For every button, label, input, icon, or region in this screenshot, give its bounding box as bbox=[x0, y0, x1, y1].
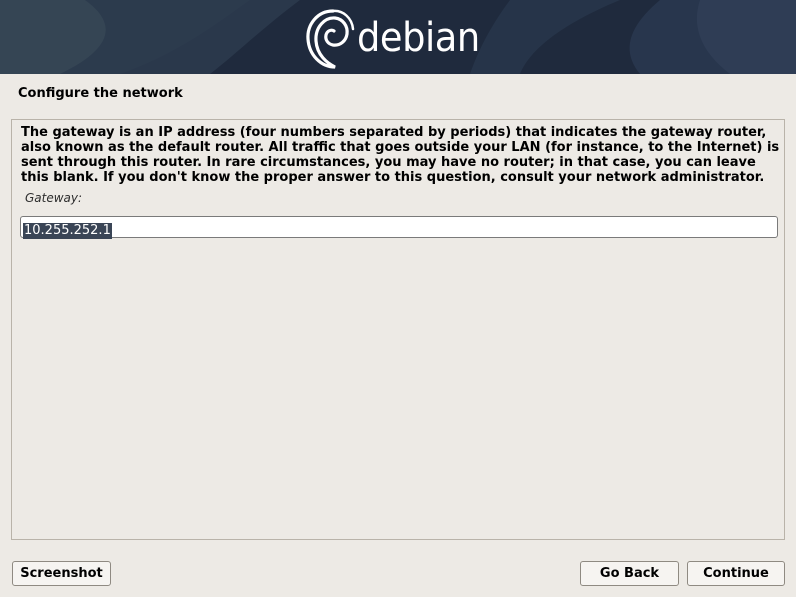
debian-swirl-icon bbox=[306, 9, 355, 69]
page-title: Configure the network bbox=[18, 86, 183, 101]
gateway-description: The gateway is an IP address (four numbe… bbox=[21, 125, 780, 185]
debian-logo: debian bbox=[303, 4, 490, 72]
content-panel: The gateway is an IP address (four numbe… bbox=[11, 119, 785, 540]
header-banner: debian bbox=[0, 0, 796, 74]
gateway-input-value[interactable]: 10.255.252.1 bbox=[23, 223, 112, 239]
go-back-button[interactable]: Go Back bbox=[580, 561, 679, 586]
logo-wordmark: debian bbox=[357, 15, 480, 61]
continue-button[interactable]: Continue bbox=[687, 561, 785, 586]
gateway-label: Gateway: bbox=[25, 191, 83, 205]
screenshot-button[interactable]: Screenshot bbox=[12, 561, 111, 586]
gateway-input[interactable]: 10.255.252.1 bbox=[20, 216, 778, 239]
